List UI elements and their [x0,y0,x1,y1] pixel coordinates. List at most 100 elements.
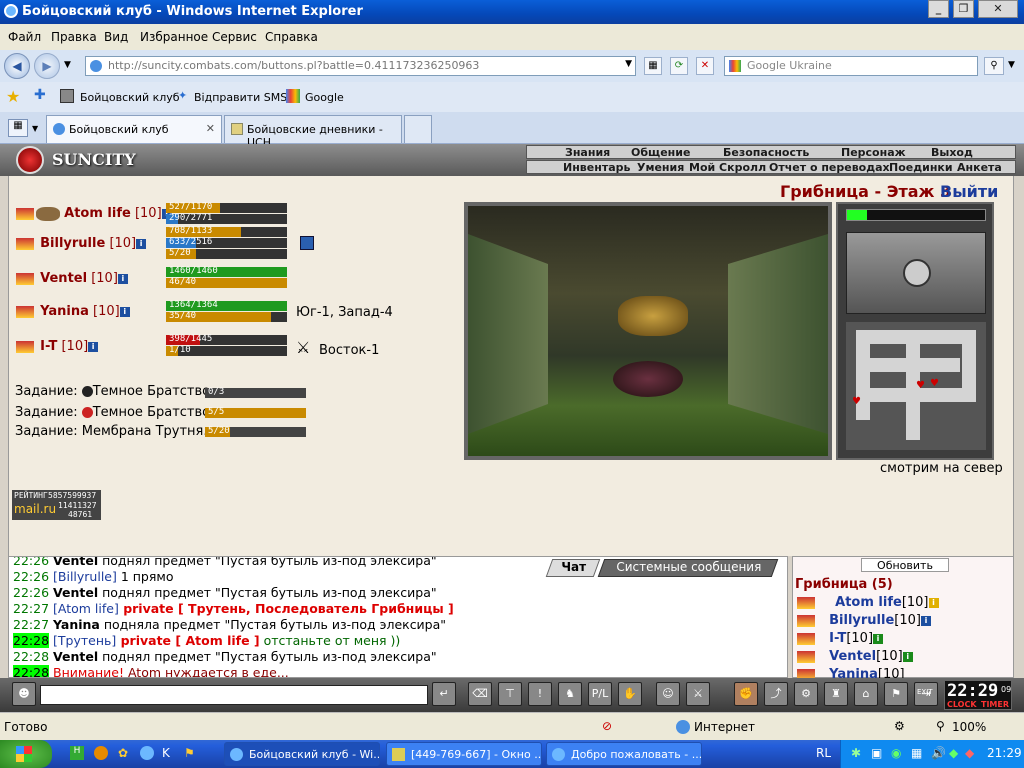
info-icon[interactable]: i [119,306,130,317]
user-item[interactable]: Atom life[10] i [797,595,939,610]
menu-edit[interactable]: Правка [51,30,97,44]
compass-icon[interactable] [903,259,931,287]
nav-character[interactable]: Персонаж [841,146,906,159]
nav-skills[interactable]: Умения [637,161,684,174]
attack-icon[interactable] [16,340,34,353]
attack-icon[interactable] [16,207,34,220]
private-msg-icon[interactable] [797,596,815,609]
forward-button[interactable]: ▶ [34,53,60,79]
flag-icon[interactable]: ⚑ [884,682,908,706]
firefox-icon[interactable] [94,746,108,760]
refresh-button[interactable]: Обновить [861,558,949,572]
tray-icon[interactable]: ▦ [911,746,922,760]
address-dropdown-icon[interactable]: ▼ [625,59,632,69]
back-button[interactable]: ◀ [4,53,30,79]
fight-icon[interactable]: ✊ [734,682,758,706]
language-indicator[interactable]: RL [816,746,831,760]
tab-system-messages[interactable]: Системные сообщения [597,559,779,577]
party-member[interactable]: Atom life [10] i [16,206,172,221]
nav-security[interactable]: Безопасность [723,146,809,159]
menu-file[interactable]: Файл [8,30,41,44]
taskbar-item-window[interactable]: [449-769-667] - Окно ... [386,742,542,766]
castle-icon[interactable]: ⌂ [854,682,878,706]
translit-icon[interactable]: Р/L [588,682,612,706]
search-icon[interactable]: ⚲ [984,57,1004,75]
user-item[interactable]: I-T[10] i [797,631,884,646]
add-favorite-icon[interactable]: ✚ [34,87,46,103]
player-name[interactable]: Billyrulle [40,236,105,251]
search-input[interactable]: Google Ukraine [724,56,978,76]
player-name[interactable]: I-T [40,339,57,354]
gear-icon[interactable]: ⚙ [794,682,818,706]
network-icon[interactable]: ▣ [871,746,882,760]
attack-icon[interactable] [16,305,34,318]
dungeon-3d-view[interactable] [464,202,832,460]
taskbar-item-combats[interactable]: Бойцовский клуб - Wi... [224,742,380,766]
eraser-icon[interactable]: ⌫ [468,682,492,706]
exit-link[interactable]: Выйти [940,182,998,201]
gladiator-icon[interactable]: ⚔ [686,682,710,706]
chat-input[interactable] [40,685,428,705]
fav-item-sms[interactable]: Відправити SMS [194,91,287,104]
quicklaunch-icon[interactable]: ✿ [118,746,128,760]
quicklaunch-icon[interactable]: H [70,746,84,760]
party-member[interactable]: I-T [10] i [16,339,99,354]
nav-profile[interactable]: Анкета [957,161,1002,174]
drone-monster[interactable] [613,361,683,397]
attack-icon[interactable] [16,237,34,250]
tab-chat[interactable]: Чат [545,559,601,577]
filter-icon[interactable]: ⊤ [498,682,522,706]
private-msg-icon[interactable] [797,614,815,627]
player-name[interactable]: Atom life [64,206,131,221]
nav-knowledge[interactable]: Знания [565,146,610,159]
hand-icon[interactable]: ✋ [618,682,642,706]
new-tab-button[interactable] [404,115,432,143]
nav-fights[interactable]: Поединки [889,161,953,174]
compass-panel[interactable] [846,232,986,314]
compat-view-icon[interactable]: ▦ [644,57,662,75]
menu-favorites[interactable]: Избранное [140,30,208,44]
party-member[interactable]: Ventel [10] i [16,271,128,286]
address-input[interactable]: http://suncity.combats.com/buttons.pl?ba… [85,56,636,76]
menu-help[interactable]: Справка [265,30,318,44]
player-name[interactable]: Yanina [40,304,89,319]
user-item[interactable]: Billyrulle[10] i [797,613,931,628]
chat-log[interactable]: 22:26 Ventel поднял предмет "Пустая буты… [8,556,788,678]
nav-transfers[interactable]: Отчет о переводах [769,161,890,174]
fav-item-google[interactable]: Google [305,91,344,104]
ie-quicklaunch-icon[interactable] [140,746,154,760]
tab-close-icon[interactable]: ✕ [206,122,215,135]
alert-icon[interactable]: ! [528,682,552,706]
helmet-icon[interactable]: ♜ [824,682,848,706]
refresh-icon[interactable]: ⟳ [670,57,688,75]
party-member[interactable]: Billyrulle [10] i [16,236,147,251]
private-msg-icon[interactable] [797,632,815,645]
protected-mode-icon[interactable]: ⚙ [894,719,905,733]
close-button[interactable]: ✕ [978,0,1018,18]
nav-scroll[interactable]: Мой Скролл [689,161,766,174]
chat-mode-icon[interactable]: ☻ [12,682,36,706]
maximize-button[interactable]: ❐ [953,0,974,18]
exit-icon[interactable]: EXIT ⇥ [914,682,938,706]
stop-icon[interactable]: ✕ [696,57,714,75]
tray-icon[interactable]: ◆ [949,746,958,760]
send-icon[interactable]: ↵ [432,682,456,706]
spider-monster[interactable] [618,296,688,336]
info-icon[interactable]: i [136,238,147,249]
quicklaunch-icon[interactable]: K [162,746,170,760]
minimize-button[interactable]: _ [928,0,949,18]
map-icon[interactable]: ⤴ [764,682,788,706]
menu-tools[interactable]: Сервис [212,30,257,44]
fighter-icon[interactable]: ♞ [558,682,582,706]
quick-tabs-icon[interactable]: ▦ [8,119,28,137]
menu-view[interactable]: Вид [104,30,128,44]
favorites-star-icon[interactable]: ★ [6,87,20,106]
rating-counter[interactable]: РЕЙТИНГ 5857599937 mail.ru 11411327 4876… [12,490,101,520]
tab-diaries[interactable]: Бойцовские дневники - UCH... [224,115,402,149]
nav-social[interactable]: Общение [631,146,690,159]
user-item[interactable]: Ventel[10] i [797,649,913,664]
history-dropdown-icon[interactable]: ▼ [64,60,71,70]
quicklaunch-icon[interactable]: ⚑ [184,746,195,760]
tab-combats[interactable]: Бойцовский клуб ✕ [46,115,222,143]
player-name[interactable]: Ventel [40,271,87,286]
